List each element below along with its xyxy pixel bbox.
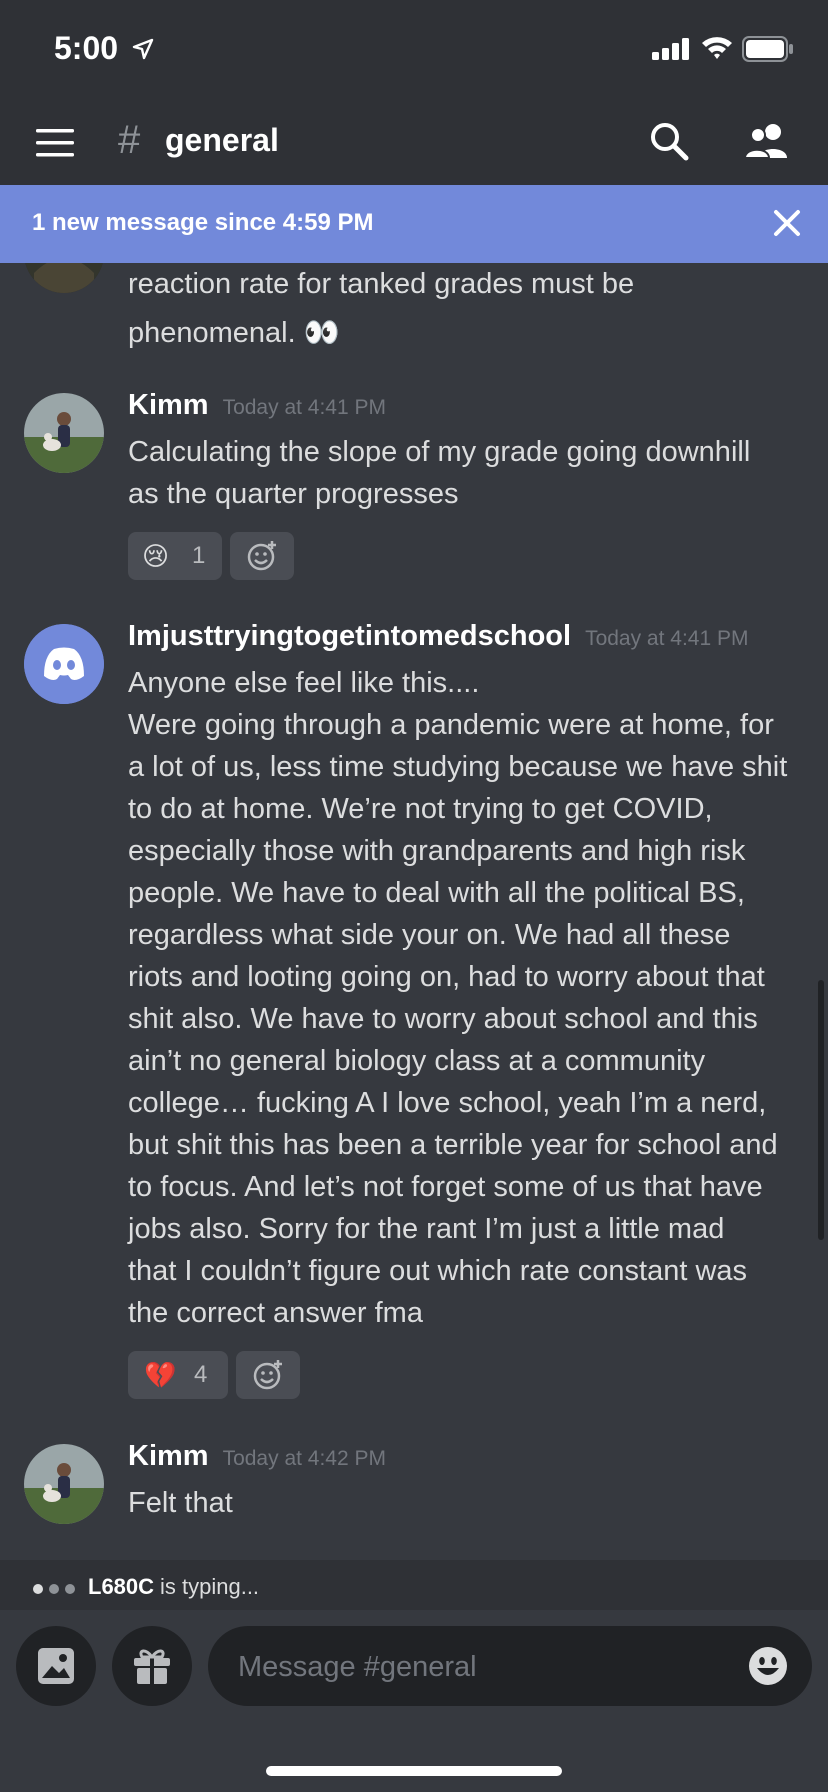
message-line: especially those with grandparents and h…: [128, 835, 746, 867]
typing-indicator: L680C is typing...: [0, 1560, 828, 1610]
username[interactable]: Kimm: [128, 1440, 209, 1472]
message-input-container: [208, 1626, 812, 1708]
status-time: 5:00: [54, 30, 119, 66]
message-line: but shit this has been a terrible year f…: [128, 1129, 778, 1161]
message-group: Kimm Today at 4:41 PM Calculating the slo…: [128, 389, 818, 515]
message-header: Kimm Today at 4:41 PM: [128, 389, 818, 431]
message-line: reaction rate for tanked grades must be: [128, 268, 635, 300]
message-line: a lot of us, less time studying because …: [128, 751, 788, 783]
avatar[interactable]: [24, 263, 104, 293]
username[interactable]: Kimm: [128, 389, 209, 421]
reaction-chip[interactable]: 😢 1: [128, 532, 222, 580]
channel-hash-icon: #: [118, 118, 141, 162]
message-line: to do at home. We’re not trying to get C…: [128, 793, 713, 825]
message-line: phenomenal. 👀: [128, 317, 340, 349]
gift-button[interactable]: [112, 1626, 192, 1706]
hamburger-menu-icon[interactable]: [36, 126, 76, 160]
message-input[interactable]: [236, 1626, 720, 1708]
cellular-signal-icon: [652, 38, 692, 65]
message-body: reaction rate for tanked grades must be …: [128, 263, 818, 354]
add-reaction-icon: [247, 541, 276, 571]
channel-title: general: [165, 122, 279, 158]
add-reaction-icon: [253, 1360, 282, 1390]
emoji-picker-icon[interactable]: [748, 1646, 788, 1686]
add-reaction-button[interactable]: [236, 1351, 300, 1399]
reaction-chip[interactable]: 💔 4: [128, 1351, 228, 1399]
message-line: Felt that: [128, 1487, 233, 1519]
avatar[interactable]: [24, 1444, 104, 1524]
message-line: riots and looting going on, had to worry…: [128, 961, 765, 993]
message-line: people. We have to deal with all the pol…: [128, 877, 745, 909]
message-header: Kimm Today at 4:42 PM: [128, 1440, 818, 1482]
typing-dots-icon: [32, 1582, 76, 1600]
message-line: Anyone else feel like this....: [128, 667, 480, 699]
reaction-count: 4: [194, 1361, 208, 1388]
message-list[interactable]: reaction rate for tanked grades must be …: [0, 263, 828, 1560]
message-line: to focus. And let’s not forget some of u…: [128, 1171, 763, 1203]
members-icon[interactable]: [742, 122, 792, 167]
reaction-emoji: 💔: [144, 1360, 177, 1390]
message-composer: [0, 1610, 828, 1792]
add-reaction-button[interactable]: [230, 532, 294, 580]
username[interactable]: Imjusttryingtogetintomedschool: [128, 620, 571, 652]
message-line: shit also. We have to worry about school…: [128, 1003, 758, 1035]
new-messages-banner[interactable]: 1 new message since 4:59 PM: [0, 185, 828, 263]
message-line: as the quarter progresses: [128, 478, 459, 510]
typing-status-text: is typing...: [160, 1574, 260, 1599]
location-arrow-icon: [132, 38, 154, 65]
channel-header: # general: [0, 100, 828, 185]
upload-image-button[interactable]: [16, 1626, 96, 1706]
scrollbar-thumb[interactable]: [818, 980, 824, 1240]
reaction-emoji: 😢: [142, 541, 170, 571]
message-line: Calculating the slope of my grade going …: [128, 436, 751, 468]
status-bar: 5:00: [0, 0, 828, 100]
message-group: Imjusttryingtogetintomedschool Today at 4…: [128, 620, 818, 1334]
message-header: Imjusttryingtogetintomedschool Today at 4…: [128, 620, 818, 662]
timestamp: Today at 4:41 PM: [585, 627, 749, 650]
typing-username: L680C: [88, 1574, 155, 1599]
gift-icon: [134, 1649, 170, 1684]
message-line: regardless what side your on. We had all…: [128, 919, 731, 951]
timestamp: Today at 4:41 PM: [222, 396, 387, 419]
battery-icon: [742, 36, 794, 67]
reaction-count: 1: [192, 542, 206, 569]
message-line: college… fucking A I love school, yeah I…: [128, 1087, 767, 1119]
avatar[interactable]: [24, 393, 104, 473]
message-line: ain’t no general biology class at a comm…: [128, 1045, 706, 1077]
close-icon[interactable]: [772, 205, 802, 241]
wifi-icon: [700, 34, 734, 65]
message-line: that I couldn’t figure out which rate co…: [128, 1255, 748, 1287]
avatar[interactable]: [24, 624, 104, 704]
discord-logo-icon: [24, 624, 104, 704]
new-messages-text: 1 new message since 4:59 PM: [32, 209, 374, 236]
message-group: Kimm Today at 4:42 PM Felt that: [128, 1440, 818, 1524]
message-line: the correct answer fma: [128, 1297, 423, 1329]
home-indicator: [266, 1766, 562, 1776]
message-line: Were going through a pandemic were at ho…: [128, 709, 774, 741]
timestamp: Today at 4:42 PM: [222, 1447, 387, 1470]
message-line: jobs also. Sorry for the rant I’m just a…: [128, 1213, 725, 1245]
image-icon: [38, 1648, 74, 1684]
search-icon[interactable]: [648, 120, 692, 169]
